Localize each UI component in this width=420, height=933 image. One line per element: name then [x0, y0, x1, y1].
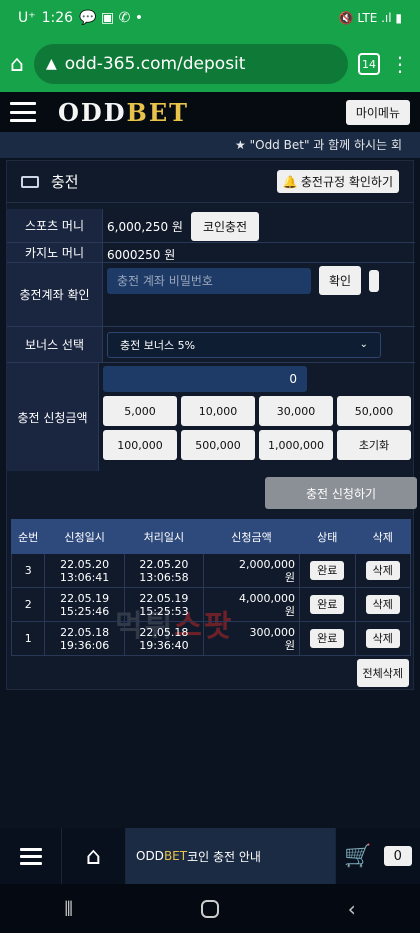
- column-header: 상태: [299, 519, 356, 554]
- column-header: 순번: [10, 519, 46, 554]
- delete-all-button[interactable]: 전체삭제: [356, 659, 409, 687]
- reset-amount-button[interactable]: 초기화: [337, 430, 411, 460]
- amount-button[interactable]: 500,000: [181, 430, 255, 460]
- my-menu-button[interactable]: 마이메뉴: [345, 99, 410, 125]
- casino-money-label: 카지노 머니: [7, 243, 103, 262]
- table-row: 3 22.05.20 13:06:41 22.05.20 13:06:58 2,00…: [10, 553, 411, 588]
- sports-money-row: 스포츠 머니 6,000,250 원 코인충전: [7, 209, 415, 243]
- site-logo[interactable]: ODDBET: [58, 98, 189, 127]
- sports-money-value: 6,000,250 원: [107, 220, 183, 234]
- bonus-label: 보너스 선택: [7, 327, 103, 362]
- account-password-input[interactable]: 충전 계좌 비밀번호: [107, 267, 311, 294]
- recent-apps-icon[interactable]: ⦀: [64, 897, 73, 921]
- status-badge: 완료: [310, 595, 345, 614]
- home-button-icon[interactable]: [201, 899, 220, 918]
- delete-row-button[interactable]: 삭제: [365, 629, 400, 648]
- amount-button[interactable]: 50,000: [337, 396, 411, 426]
- more-menu-icon[interactable]: ⋮: [390, 52, 410, 76]
- column-header: 신청일시: [44, 519, 125, 554]
- bottom-bar: ⌂ ODD BET 코인 충전 안내 🛒 0: [0, 828, 420, 884]
- amount-button[interactable]: 100,000: [103, 430, 177, 460]
- bell-icon: 🔔: [282, 174, 298, 189]
- coin-deposit-guide-link[interactable]: ODD BET 코인 충전 안내: [126, 828, 336, 884]
- carrier-label: U⁺: [18, 10, 36, 26]
- warning-icon: ▲: [45, 56, 57, 72]
- card-icon: [21, 175, 39, 188]
- browser-toolbar: ⌂ ▲ odd-365.com/deposit 14 ⋮: [0, 36, 420, 92]
- amount-button[interactable]: 5,000: [103, 396, 177, 426]
- status-badge: 완료: [310, 629, 345, 648]
- sports-money-label: 스포츠 머니: [7, 209, 103, 242]
- status-badge: 완료: [310, 561, 345, 580]
- account-toggle[interactable]: [369, 269, 380, 292]
- deposit-rules-button[interactable]: 🔔 충전규정 확인하기: [276, 170, 399, 193]
- url-text: odd-365.com/deposit: [64, 54, 246, 74]
- deposit-panel: 충전 🔔 충전규정 확인하기 스포츠 머니 6,000,250 원 코인충전 카…: [6, 160, 417, 690]
- address-bar[interactable]: ▲ odd-365.com/deposit: [33, 44, 348, 84]
- amount-button[interactable]: 1,000,000: [259, 430, 333, 460]
- coin-deposit-button[interactable]: 코인충전: [190, 212, 260, 241]
- account-check-row: 충전계좌 확인 충전 계좌 비밀번호 확인: [7, 263, 415, 327]
- confirm-button[interactable]: 확인: [319, 266, 362, 295]
- column-header: 신청금액: [203, 519, 301, 554]
- site-header: ODDBET 마이메뉴: [0, 92, 420, 132]
- page-title: 충전: [51, 173, 79, 191]
- amount-button[interactable]: 30,000: [259, 396, 333, 426]
- column-header: 삭제: [354, 519, 411, 554]
- clock: 1:26: [41, 10, 74, 26]
- notice-ticker: ★ "Odd Bet" 과 함께 하시는 회: [0, 132, 420, 158]
- bonus-row: 보너스 선택 충전 보너스 5% ⌄: [7, 327, 415, 363]
- amount-buttons: 5,000 10,000 30,000 50,000 100,000 500,0…: [103, 396, 411, 460]
- delete-row-button[interactable]: 삭제: [365, 561, 400, 580]
- cart-button[interactable]: 🛒 0: [336, 828, 420, 884]
- deposit-history-table: 순번 신청일시 처리일시 신청금액 상태 삭제 3 22.05.20 13:06:…: [10, 519, 411, 656]
- hamburger-menu-icon[interactable]: [10, 102, 36, 122]
- notification-icons: 💬 ▣ ✆ •: [79, 10, 144, 26]
- account-check-label: 충전계좌 확인: [7, 263, 103, 326]
- column-header: 처리일시: [123, 519, 205, 554]
- amount-row: 충전 신청금액 0 5,000 10,000 30,000 50,000 100…: [7, 363, 415, 471]
- cart-count: 0: [383, 846, 412, 866]
- home-icon[interactable]: ⌂: [10, 52, 24, 77]
- cart-icon: 🛒: [344, 843, 372, 869]
- delete-row-button[interactable]: 삭제: [365, 595, 400, 614]
- bottom-menu-icon[interactable]: [0, 828, 62, 884]
- signal-icons: 🔇 LTE .ıl ▮: [338, 11, 402, 25]
- chevron-down-icon: ⌄: [359, 339, 368, 350]
- amount-label: 충전 신청금액: [7, 363, 99, 471]
- amount-input[interactable]: 0: [103, 366, 307, 392]
- table-row: 2 22.05.19 15:25:46 22.05.19 15:25:53 4,00…: [10, 587, 411, 622]
- android-nav-bar: ⦀ ‹: [0, 884, 420, 933]
- bonus-select[interactable]: 충전 보너스 5% ⌄: [107, 331, 381, 358]
- casino-money-value: 6000250 원: [107, 248, 176, 262]
- bottom-home-icon[interactable]: ⌂: [62, 828, 126, 884]
- status-bar: U⁺ 1:26 💬 ▣ ✆ • 🔇 LTE .ıl ▮: [0, 0, 420, 36]
- casino-money-row: 카지노 머니 6000250 원: [7, 243, 415, 263]
- tab-switcher-button[interactable]: 14: [358, 53, 380, 75]
- panel-header: 충전 🔔 충전규정 확인하기: [7, 161, 413, 203]
- submit-deposit-button[interactable]: 충전 신청하기: [265, 477, 417, 509]
- deposit-form: 스포츠 머니 6,000,250 원 코인충전 카지노 머니 6000250 원…: [7, 209, 415, 471]
- back-icon[interactable]: ‹: [348, 897, 356, 921]
- table-row: 1 22.05.18 19:36:06 22.05.18 19:36:40 300,…: [10, 621, 411, 656]
- amount-button[interactable]: 10,000: [181, 396, 255, 426]
